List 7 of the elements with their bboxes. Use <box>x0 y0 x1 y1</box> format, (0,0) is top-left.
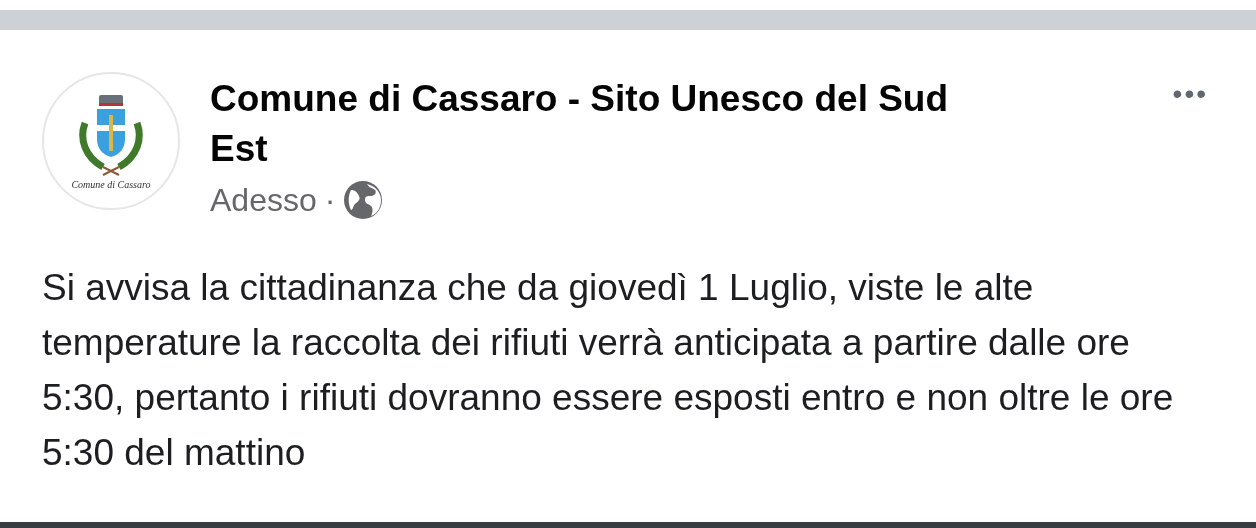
post-text: Si avvisa la cittadinanza che da giovedì 1 Luglio, viste le alte temperature la raccolta dei rifiuti verrà anticipata a partire dalle ore 5:30, pertanto i rifiuti dovranno essere esposti entro e non oltre le ore 5:30 del mattino <box>42 266 1175 475</box>
more-options-button[interactable]: ••• <box>1166 72 1214 111</box>
separator-dot: · <box>324 181 336 219</box>
avatar-caption: Comune di Cassaro <box>71 178 151 190</box>
post-time[interactable]: Adesso <box>210 181 317 219</box>
page-avatar[interactable]: Comune di Cassaro <box>42 72 180 210</box>
page-name[interactable]: Comune di Cassaro - Sito Unesco del Sud Est <box>210 74 1010 174</box>
